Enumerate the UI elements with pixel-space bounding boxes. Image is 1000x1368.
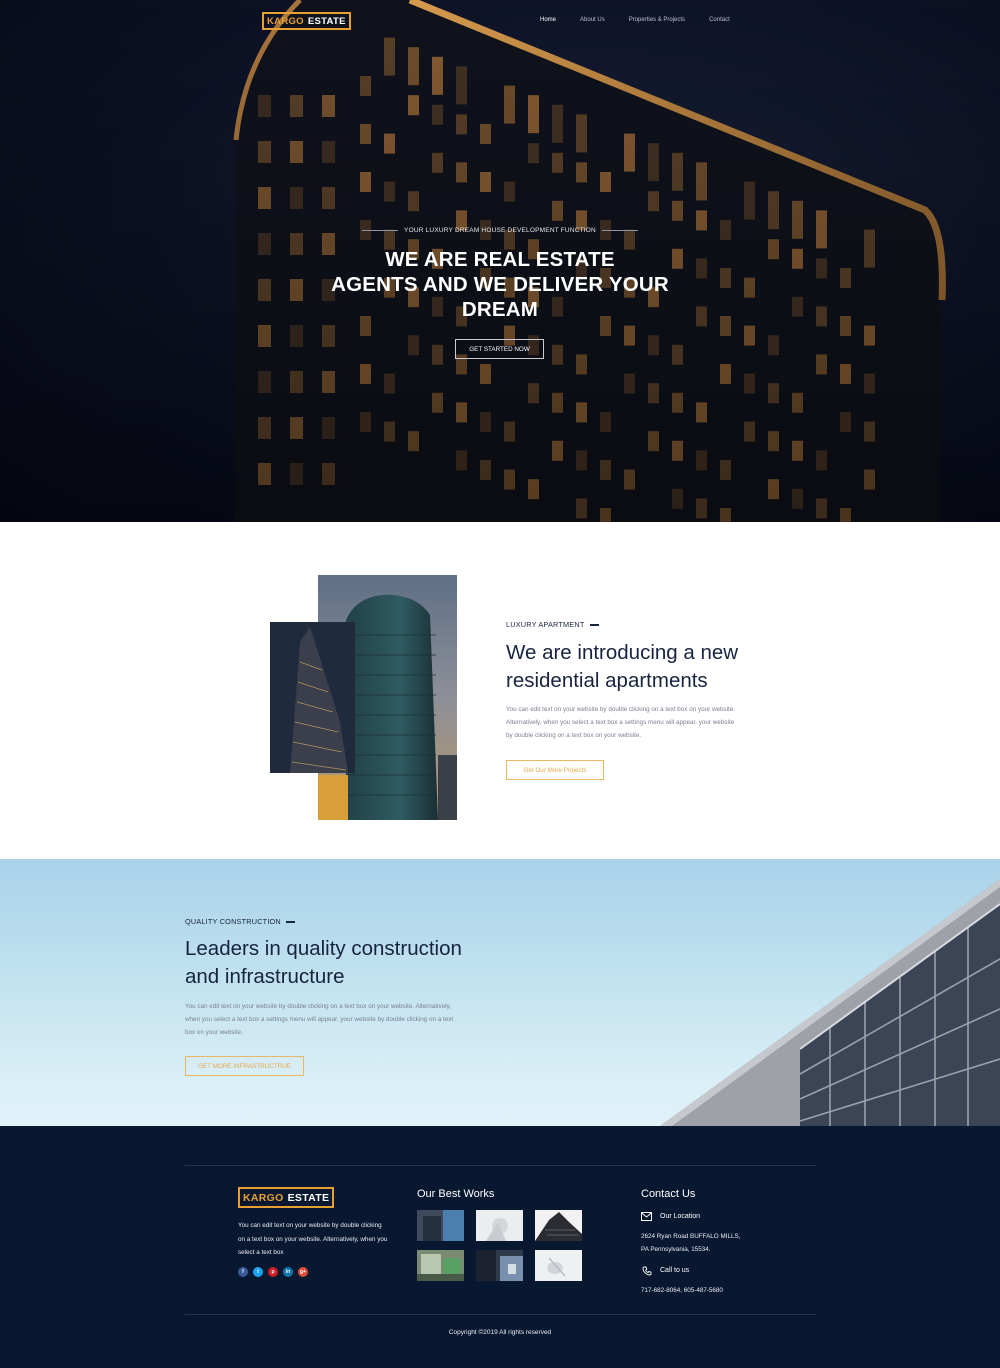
pinterest-icon[interactable]: p (268, 1267, 278, 1277)
brand-name-part2: ESTATE (287, 1191, 330, 1204)
construction-kicker: QUALITY CONSTRUCTION (185, 917, 295, 926)
footer-about-line: select a text box (238, 1249, 284, 1256)
phone-numbers: 717-682-8064, 605-487-5680 (641, 1287, 723, 1294)
hero-kicker: YOUR LUXURY DREAM HOUSE DEVELOPMENT FUNC… (0, 227, 1000, 234)
top-navigation: KARGO ESTATE Home About Us Properties & … (0, 0, 1000, 42)
construction-section: QUALITY CONSTRUCTION Leaders in quality … (0, 859, 1000, 1126)
construction-building-image (660, 879, 1000, 1126)
location-row: Our Location (641, 1211, 700, 1222)
phone-icon (641, 1265, 652, 1276)
google-plus-icon[interactable]: g+ (298, 1267, 308, 1277)
nav-item-home[interactable]: Home (540, 17, 556, 23)
hero-title-line: WE ARE REAL ESTATE (385, 248, 615, 271)
apartment-kicker: LUXURY APARTMENT (506, 620, 599, 629)
footer-about-line: You can edit text on your website by dou… (238, 1222, 382, 1229)
nav-menu: Home About Us Properties & Projects Cont… (540, 17, 754, 23)
hero-section: KARGO ESTATE Home About Us Properties & … (0, 0, 1000, 522)
construction-description-line: when you select a text box a settings me… (185, 1016, 454, 1023)
get-more-infrastructure-button[interactable]: GET MORE INFRASTRUCTRUE (185, 1056, 304, 1076)
apartment-title: We are introducing a new residential apa… (506, 639, 786, 695)
address-line: PA Pennsylvania, 15534. (641, 1246, 711, 1253)
work-thumbnail[interactable] (417, 1210, 464, 1241)
works-heading: Our Best Works (417, 1188, 495, 1200)
brand-name-part1: KARGO (243, 1191, 284, 1204)
get-started-button[interactable]: GET STARTED NOW (455, 339, 544, 359)
phone-label: Call to us (660, 1267, 690, 1274)
apartment-skyscraper-image (270, 622, 355, 773)
construction-title-line: and infrastructure (185, 965, 345, 988)
kicker-dash (285, 921, 295, 924)
address-line: 2624 Ryan Road BUFFALO MILLS, (641, 1233, 741, 1240)
construction-description-line: box on your website. (185, 1029, 243, 1036)
hero-title-line: DREAM (461, 298, 539, 321)
construction-title: Leaders in quality construction and infr… (185, 935, 515, 991)
footer-about-line: on a text box on your website. Alternati… (238, 1235, 388, 1243)
envelope-icon (641, 1211, 652, 1222)
construction-kicker-text: QUALITY CONSTRUCTION (185, 917, 281, 926)
footer-brand-logo[interactable]: KARGO ESTATE (238, 1187, 335, 1208)
linkedin-icon[interactable]: in (283, 1267, 293, 1277)
apartment-section: LUXURY APARTMENT We are introducing a ne… (0, 522, 1000, 859)
brand-name-part1: KARGO (267, 15, 304, 27)
site-footer: KARGO ESTATE You can edit text on your w… (0, 1126, 1000, 1368)
construction-title-line: Leaders in quality construction (185, 937, 462, 960)
hero-title: WE ARE REAL ESTATE AGENTS AND WE DELIVER… (300, 247, 700, 322)
social-links: f t p in g+ (238, 1267, 308, 1277)
get-more-projects-button[interactable]: Get Our More Projects (506, 760, 604, 780)
contact-heading: Contact Us (641, 1188, 696, 1200)
kicker-line-left (362, 229, 399, 231)
works-gallery (417, 1210, 587, 1281)
facebook-icon[interactable]: f (238, 1267, 248, 1277)
kicker-dash (589, 624, 599, 627)
apartment-description-line: by double clicking on a text box on your… (506, 732, 642, 739)
brand-logo[interactable]: KARGO ESTATE (262, 12, 351, 30)
footer-divider-top (185, 1165, 816, 1166)
apartment-description-line: Alternatively, when you select a text bo… (506, 719, 735, 726)
brand-name-part2: ESTATE (307, 15, 346, 27)
kicker-line-right (601, 229, 638, 231)
apartment-title-line: We are introducing a new (506, 641, 739, 664)
hero-kicker-text: YOUR LUXURY DREAM HOUSE DEVELOPMENT FUNC… (404, 227, 596, 234)
nav-item-contact[interactable]: Contact (709, 17, 730, 23)
phone-row: Call to us (641, 1265, 689, 1276)
construction-description: You can edit text on your website by dou… (185, 1000, 485, 1039)
work-thumbnail[interactable] (476, 1250, 523, 1281)
location-label: Our Location (660, 1213, 701, 1220)
construction-description-line: You can edit text on your website by dou… (185, 1003, 452, 1010)
address-text: 2624 Ryan Road BUFFALO MILLS, PA Pennsyl… (641, 1230, 740, 1256)
footer-divider-bottom (185, 1314, 816, 1315)
work-thumbnail[interactable] (535, 1210, 582, 1241)
apartment-title-line: residential apartments (506, 669, 708, 692)
twitter-icon[interactable]: t (253, 1267, 263, 1277)
footer-about-text: You can edit text on your website by dou… (238, 1219, 408, 1260)
apartment-kicker-text: LUXURY APARTMENT (506, 620, 585, 629)
apartment-description-line: You can edit text on your website by dou… (506, 706, 736, 713)
hero-title-line: AGENTS AND WE DELIVER YOUR (331, 273, 669, 296)
work-thumbnail[interactable] (476, 1210, 523, 1241)
nav-item-properties-projects[interactable]: Properties & Projects (629, 17, 685, 23)
work-thumbnail[interactable] (535, 1250, 582, 1281)
nav-item-about-us[interactable]: About Us (580, 17, 605, 23)
copyright-text: Copyright ©2019 All rights reserved (448, 1329, 552, 1336)
work-thumbnail[interactable] (417, 1250, 464, 1281)
apartment-description: You can edit text on your website by dou… (506, 703, 761, 742)
